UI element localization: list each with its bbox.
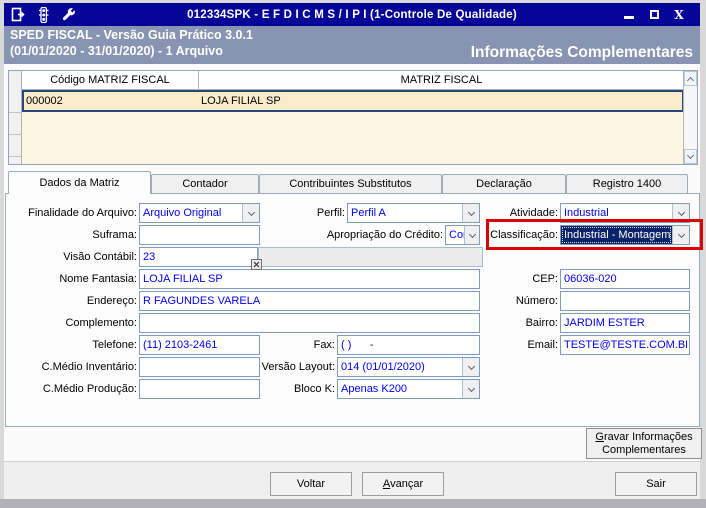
gravar-informacoes-button[interactable]: Gravar Informações Complementares	[586, 428, 702, 459]
row-selector-column	[9, 71, 22, 164]
email-input[interactable]	[560, 335, 690, 355]
cep-label: CEP:	[532, 273, 558, 285]
cmedio-producao-input[interactable]	[139, 379, 260, 399]
classificacao-value: Industrial - Montagem	[561, 226, 672, 244]
finalidade-dropdown[interactable]: Arquivo Original	[139, 203, 260, 223]
tab-contribuintes-substitutos[interactable]: Contribuintes Substitutos	[259, 174, 442, 194]
avancar-initial: A	[382, 478, 391, 490]
classificacao-dropdown[interactable]: Industrial - Montagem	[560, 225, 690, 245]
column-header-matriz: MATRIZ FISCAL	[400, 74, 483, 86]
bairro-label: Bairro:	[525, 317, 558, 329]
titlebar: 012334SPK - E F D I C M S / I P I (1-Con…	[4, 3, 700, 26]
window-frame-left	[0, 0, 4, 508]
table-row[interactable]: 000002 LOJA FILIAL SP	[22, 90, 684, 112]
gravar-line1: Gravar Informações	[595, 430, 693, 443]
scroll-up-icon[interactable]	[684, 71, 697, 86]
visao-contabil-label: Visão Contábil:	[63, 251, 137, 263]
avancar-rest: vançar	[390, 478, 424, 490]
footer-bar	[4, 462, 700, 499]
bloco-k-dropdown[interactable]: Apenas K200	[337, 379, 480, 399]
endereco-label: Endereço:	[86, 295, 137, 307]
window-frame-bottom	[0, 499, 706, 508]
telefone-input[interactable]	[139, 335, 260, 355]
versao-layout-label: Versão Layout:	[261, 361, 335, 373]
suframa-label: Suframa:	[92, 229, 137, 241]
cell-codigo: 000002	[26, 95, 63, 107]
sair-button[interactable]: Sair	[615, 472, 697, 496]
avancar-button[interactable]: Avançar	[362, 472, 444, 496]
endereco-input[interactable]	[139, 291, 480, 311]
chevron-down-icon[interactable]	[672, 204, 689, 222]
chevron-down-icon[interactable]	[672, 226, 689, 244]
classificacao-label: Classificação:	[490, 229, 558, 241]
close-button[interactable]: X	[672, 8, 686, 22]
numero-input[interactable]	[560, 291, 690, 311]
traffic-light-icon[interactable]	[35, 6, 52, 23]
tab-registro-1400[interactable]: Registro 1400	[566, 174, 688, 194]
atividade-dropdown[interactable]: Industrial	[560, 203, 690, 223]
versao-layout-value: 014 (01/01/2020)	[341, 361, 425, 373]
complemento-label: Complemento:	[65, 317, 137, 329]
maximize-button[interactable]	[647, 8, 661, 22]
perfil-label: Perfil:	[316, 207, 345, 219]
page-title: Informações Complementares	[470, 44, 693, 61]
titlebar-toolbar	[4, 6, 164, 23]
apropriacao-label: Apropriação do Crédito:	[326, 229, 443, 241]
fax-input[interactable]	[337, 335, 480, 355]
apropriacao-value: Com di	[449, 229, 464, 241]
window-title: 012334SPK - E F D I C M S / I P I (1-Con…	[187, 8, 517, 21]
chevron-down-icon[interactable]	[462, 380, 479, 398]
nome-fantasia-label: Nome Fantasia:	[59, 273, 137, 285]
matriz-table: Código MATRIZ FISCAL MATRIZ FISCAL 00000…	[8, 70, 698, 165]
table-scrollbar[interactable]	[683, 71, 697, 164]
cmedio-producao-label: C.Médio Produção:	[42, 383, 137, 395]
nome-fantasia-input[interactable]	[139, 269, 480, 289]
atividade-label: Atividade:	[509, 207, 558, 219]
bloco-k-label: Bloco K:	[294, 383, 335, 395]
versao-layout-dropdown[interactable]: 014 (01/01/2020)	[337, 357, 480, 377]
finalidade-value: Arquivo Original	[143, 207, 222, 219]
email-label: Email:	[527, 339, 558, 351]
fax-label: Fax:	[313, 339, 335, 351]
checkbox-x-icon[interactable]	[251, 257, 262, 275]
wrench-icon[interactable]	[60, 6, 77, 23]
cmedio-inventario-label: C.Médio Inventário:	[41, 361, 137, 373]
finalidade-label: Finalidade do Arquivo:	[28, 207, 137, 219]
tab-declaracao[interactable]: Declaração	[442, 174, 566, 194]
chevron-down-icon[interactable]	[242, 204, 259, 222]
column-header-codigo: Código MATRIZ FISCAL	[22, 71, 199, 89]
header-band: SPED FISCAL - Versão Guia Prático 3.0.1 …	[4, 26, 700, 64]
cell-matriz: LOJA FILIAL SP	[201, 95, 281, 107]
minimize-button[interactable]	[622, 8, 636, 22]
suframa-input[interactable]	[139, 225, 260, 245]
numero-label: Número:	[515, 295, 558, 307]
perfil-dropdown[interactable]: Perfil A	[347, 203, 480, 223]
exit-icon[interactable]	[10, 6, 27, 23]
bloco-k-value: Apenas K200	[341, 383, 408, 395]
visao-contabil-input[interactable]	[139, 247, 258, 267]
tab-dados-da-matriz[interactable]: Dados da Matriz	[8, 171, 151, 194]
chevron-down-icon[interactable]	[462, 358, 479, 376]
scroll-down-icon[interactable]	[684, 149, 697, 164]
perfil-value: Perfil A	[351, 207, 386, 219]
voltar-button[interactable]: Voltar	[270, 472, 352, 496]
header-line1: SPED FISCAL - Versão Guia Prático 3.0.1	[10, 28, 253, 42]
visao-contabil-display	[258, 247, 483, 267]
tab-contador[interactable]: Contador	[151, 174, 259, 194]
app-window: 012334SPK - E F D I C M S / I P I (1-Con…	[0, 0, 706, 508]
header-line2: (01/01/2020 - 31/01/2020) - 1 Arquivo	[10, 44, 223, 58]
table-body: 000002 LOJA FILIAL SP	[22, 90, 684, 164]
cep-input[interactable]	[560, 269, 690, 289]
telefone-label: Telefone:	[92, 339, 137, 351]
atividade-value: Industrial	[564, 207, 609, 219]
bairro-input[interactable]	[560, 313, 690, 333]
complemento-input[interactable]	[139, 313, 480, 333]
gravar-line2: Complementares	[602, 443, 686, 456]
window-controls: X	[540, 8, 700, 22]
table-header-row: Código MATRIZ FISCAL MATRIZ FISCAL	[22, 71, 684, 90]
